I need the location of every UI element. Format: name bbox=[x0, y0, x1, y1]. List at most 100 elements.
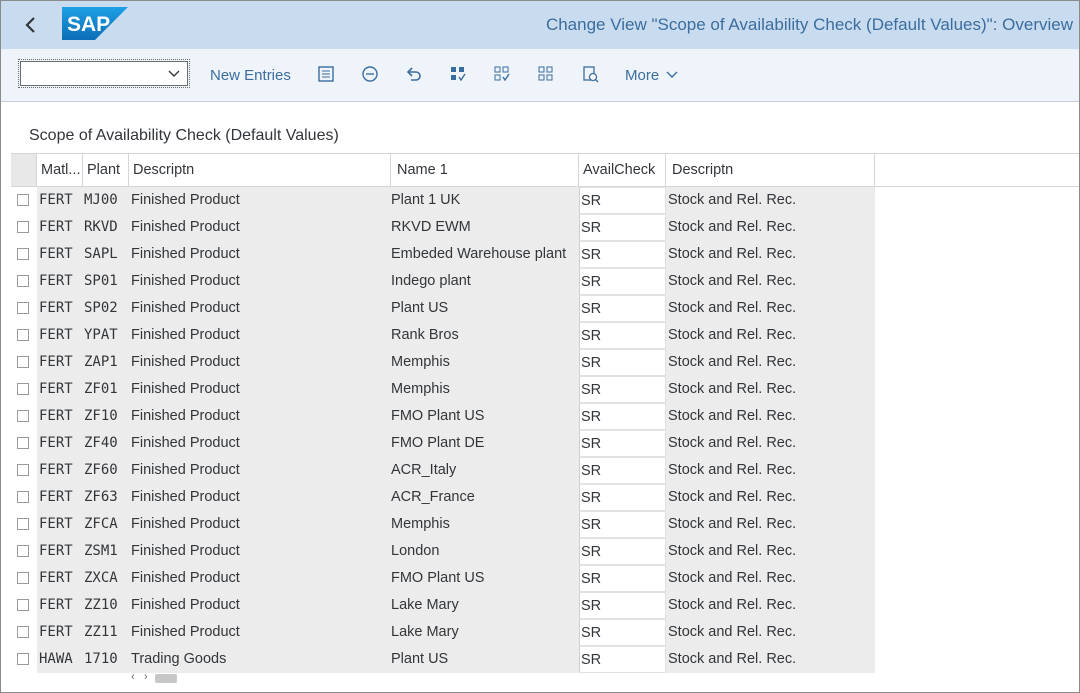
scroll-left-icon[interactable]: ‹ bbox=[131, 671, 135, 683]
cell-descriptn: Finished Product bbox=[129, 322, 391, 349]
table-row[interactable]: FERT ZZ11 Finished Product Lake Mary SR Stock… bbox=[11, 619, 1079, 646]
checkbox-icon[interactable] bbox=[17, 545, 29, 557]
row-select-checkbox[interactable] bbox=[11, 214, 37, 241]
table-row[interactable]: FERT ZF10 Finished Product FMO Plant US SR St… bbox=[11, 403, 1079, 430]
checkbox-icon[interactable] bbox=[17, 437, 29, 449]
table-row[interactable]: FERT ZXCA Finished Product FMO Plant US SR St… bbox=[11, 565, 1079, 592]
table-row[interactable]: FERT ZF63 Finished Product ACR_France SR Stoc… bbox=[11, 484, 1079, 511]
cell-availcheck-input[interactable]: SR bbox=[579, 538, 666, 565]
cell-availcheck-input[interactable]: SR bbox=[579, 376, 666, 403]
table-row[interactable]: FERT MJ00 Finished Product Plant 1 UK SR Stoc… bbox=[11, 187, 1079, 214]
checkbox-icon[interactable] bbox=[17, 221, 29, 233]
row-select-checkbox[interactable] bbox=[11, 538, 37, 565]
checkbox-icon[interactable] bbox=[17, 329, 29, 341]
row-select-checkbox[interactable] bbox=[11, 592, 37, 619]
checkbox-icon[interactable] bbox=[17, 410, 29, 422]
checkbox-icon[interactable] bbox=[17, 599, 29, 611]
checkbox-icon[interactable] bbox=[17, 518, 29, 530]
cell-availcheck-input[interactable]: SR bbox=[579, 322, 666, 349]
back-button[interactable] bbox=[17, 11, 45, 39]
cell-availcheck-input[interactable]: SR bbox=[579, 295, 666, 322]
row-select-checkbox[interactable] bbox=[11, 187, 37, 214]
row-select-checkbox[interactable] bbox=[11, 511, 37, 538]
row-select-checkbox[interactable] bbox=[11, 484, 37, 511]
delete-icon[interactable] bbox=[359, 63, 381, 85]
row-select-checkbox[interactable] bbox=[11, 430, 37, 457]
table-row[interactable]: FERT SP02 Finished Product Plant US SR Stock … bbox=[11, 295, 1079, 322]
table-row[interactable]: HAWA 1710 Trading Goods Plant US SR Stock and… bbox=[11, 646, 1079, 673]
table-row[interactable]: FERT SAPL Finished Product Embeded Warehous… bbox=[11, 241, 1079, 268]
select-all-icon[interactable] bbox=[447, 63, 469, 85]
checkbox-icon[interactable] bbox=[17, 275, 29, 287]
cell-availcheck-input[interactable]: SR bbox=[579, 349, 666, 376]
cell-availcheck-input[interactable]: SR bbox=[579, 457, 666, 484]
table-row[interactable]: FERT ZZ10 Finished Product Lake Mary SR Stock… bbox=[11, 592, 1079, 619]
table-row[interactable]: FERT ZAP1 Finished Product Memphis SR Stock a… bbox=[11, 349, 1079, 376]
row-select-checkbox[interactable] bbox=[11, 322, 37, 349]
row-select-checkbox[interactable] bbox=[11, 619, 37, 646]
cell-availcheck-input[interactable]: SR bbox=[579, 619, 666, 646]
horizontal-scrollbar[interactable]: ‹ › bbox=[121, 671, 881, 685]
cell-availcheck-input[interactable]: SR bbox=[579, 565, 666, 592]
table-row[interactable]: FERT SP01 Finished Product Indego plant SR St… bbox=[11, 268, 1079, 295]
cell-availcheck-input[interactable]: SR bbox=[579, 268, 666, 295]
cell-availcheck-input[interactable]: SR bbox=[579, 484, 666, 511]
row-select-checkbox[interactable] bbox=[11, 376, 37, 403]
checkbox-icon[interactable] bbox=[17, 572, 29, 584]
row-select-checkbox[interactable] bbox=[11, 241, 37, 268]
column-header-descriptn[interactable]: Descriptn bbox=[129, 154, 391, 186]
select-block-icon[interactable] bbox=[491, 63, 513, 85]
checkbox-icon[interactable] bbox=[17, 356, 29, 368]
cell-availcheck-input[interactable]: SR bbox=[579, 430, 666, 457]
scroll-thumb[interactable] bbox=[155, 674, 177, 683]
more-button[interactable]: More bbox=[625, 67, 678, 84]
column-header-plant[interactable]: Plant bbox=[83, 154, 129, 186]
cell-availcheck-input[interactable]: SR bbox=[579, 646, 666, 673]
scroll-right-icon[interactable]: › bbox=[144, 671, 148, 683]
checkbox-icon[interactable] bbox=[17, 383, 29, 395]
checkbox-icon[interactable] bbox=[17, 626, 29, 638]
table-row[interactable]: FERT RKVD Finished Product RKVD EWM SR Stock … bbox=[11, 214, 1079, 241]
table-row[interactable]: FERT ZF01 Finished Product Memphis SR Stock a… bbox=[11, 376, 1079, 403]
view-select[interactable] bbox=[18, 59, 190, 88]
checkbox-icon[interactable] bbox=[17, 302, 29, 314]
row-select-checkbox[interactable] bbox=[11, 565, 37, 592]
row-select-checkbox[interactable] bbox=[11, 295, 37, 322]
cell-matl: FERT bbox=[37, 511, 83, 538]
table-row[interactable]: FERT ZSM1 Finished Product London SR Stock an… bbox=[11, 538, 1079, 565]
checkbox-icon[interactable] bbox=[17, 653, 29, 665]
cell-availcheck-input[interactable]: SR bbox=[579, 187, 666, 214]
deselect-all-icon[interactable] bbox=[535, 63, 557, 85]
row-select-checkbox[interactable] bbox=[11, 268, 37, 295]
column-header-avail-descriptn[interactable]: Descriptn bbox=[666, 154, 875, 186]
row-select-checkbox[interactable] bbox=[11, 403, 37, 430]
table-row[interactable]: FERT ZFCA Finished Product Memphis SR Stock a… bbox=[11, 511, 1079, 538]
new-entries-button[interactable]: New Entries bbox=[210, 67, 291, 84]
cell-matl: FERT bbox=[37, 241, 83, 268]
table-row[interactable]: FERT ZF60 Finished Product ACR_Italy SR Stock… bbox=[11, 457, 1079, 484]
cell-availcheck-input[interactable]: SR bbox=[579, 592, 666, 619]
details-icon[interactable] bbox=[315, 63, 337, 85]
cell-availcheck-input[interactable]: SR bbox=[579, 403, 666, 430]
column-header-matl[interactable]: Matl... bbox=[37, 154, 83, 186]
checkbox-icon[interactable] bbox=[17, 491, 29, 503]
checkbox-icon[interactable] bbox=[17, 194, 29, 206]
undo-icon[interactable] bbox=[403, 63, 425, 85]
table-row[interactable]: FERT ZF40 Finished Product FMO Plant DE SR St… bbox=[11, 430, 1079, 457]
print-icon[interactable] bbox=[579, 63, 601, 85]
cell-name1: Indego plant bbox=[391, 268, 579, 295]
table-row[interactable]: FERT YPAT Finished Product Rank Bros SR Stock… bbox=[11, 322, 1079, 349]
select-all-header[interactable] bbox=[11, 154, 37, 186]
cell-descriptn: Finished Product bbox=[129, 268, 391, 295]
row-select-checkbox[interactable] bbox=[11, 457, 37, 484]
cell-availcheck-input[interactable]: SR bbox=[579, 241, 666, 268]
cell-plant: ZSM1 bbox=[83, 538, 129, 565]
row-select-checkbox[interactable] bbox=[11, 646, 37, 673]
column-header-availcheck[interactable]: AvailCheck bbox=[579, 154, 666, 186]
cell-availcheck-input[interactable]: SR bbox=[579, 214, 666, 241]
cell-availcheck-input[interactable]: SR bbox=[579, 511, 666, 538]
column-header-name1[interactable]: Name 1 bbox=[391, 154, 579, 186]
checkbox-icon[interactable] bbox=[17, 248, 29, 260]
checkbox-icon[interactable] bbox=[17, 464, 29, 476]
row-select-checkbox[interactable] bbox=[11, 349, 37, 376]
